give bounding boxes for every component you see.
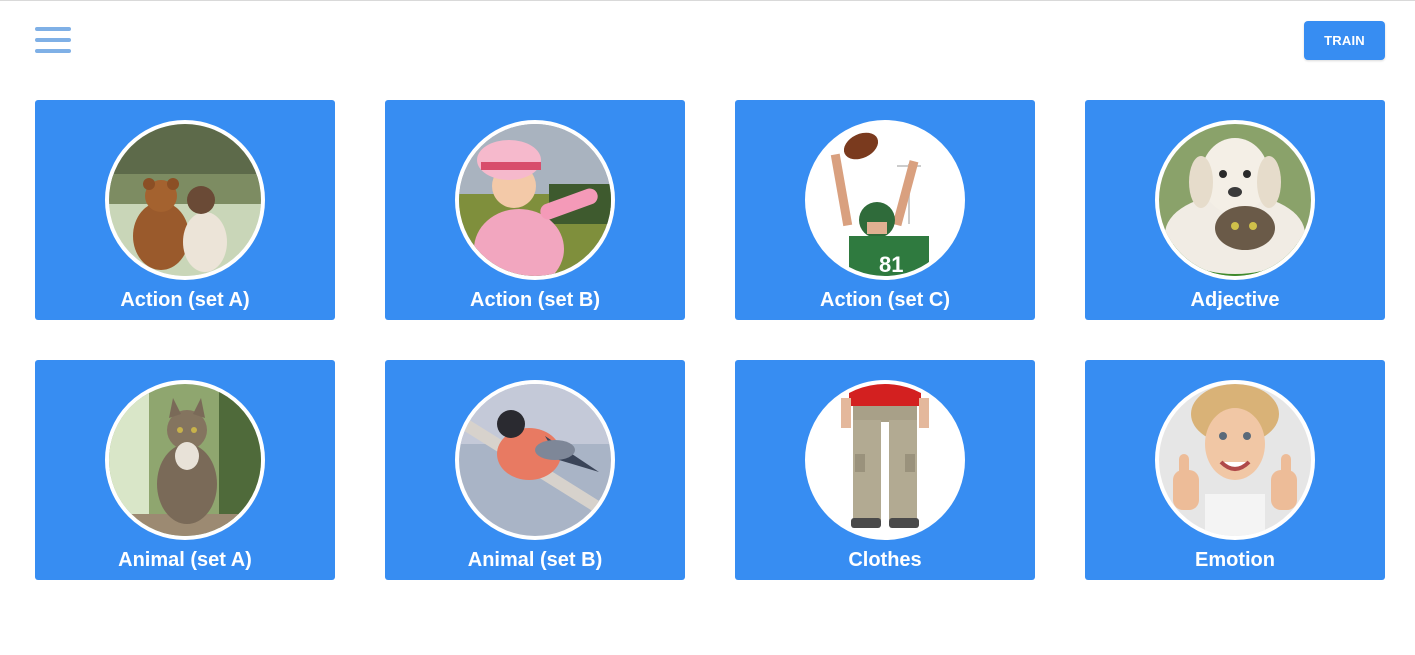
category-card-adjective[interactable]: Adjective bbox=[1085, 100, 1385, 320]
category-label: Action (set C) bbox=[820, 289, 950, 311]
puppy-and-cat-photo bbox=[1155, 120, 1315, 280]
bullfinch-bird-photo bbox=[455, 380, 615, 540]
menu-bar-middle bbox=[35, 38, 71, 42]
menu-bar-bottom bbox=[35, 49, 71, 53]
svg-text:81: 81 bbox=[879, 252, 903, 276]
category-card-animal-set-b[interactable]: Animal (set B) bbox=[385, 360, 685, 580]
category-label: Emotion bbox=[1195, 549, 1275, 571]
train-button[interactable]: TRAIN bbox=[1304, 21, 1385, 60]
category-card-clothes[interactable]: Clothes bbox=[735, 360, 1035, 580]
girl-thumbs-up-photo bbox=[1155, 380, 1315, 540]
category-label: Clothes bbox=[848, 549, 922, 571]
cargo-pants-photo bbox=[805, 380, 965, 540]
app-page: TRAIN Action (set A) Action (set B) 81 A… bbox=[0, 0, 1415, 655]
category-label: Action (set A) bbox=[120, 289, 250, 311]
menu-bar-top bbox=[35, 27, 71, 31]
hamburger-menu-icon[interactable] bbox=[35, 26, 71, 56]
category-label: Animal (set A) bbox=[118, 549, 252, 571]
football-player-catching-photo: 81 bbox=[805, 120, 965, 280]
category-card-emotion[interactable]: Emotion bbox=[1085, 360, 1385, 580]
category-card-action-set-b[interactable]: Action (set B) bbox=[385, 100, 685, 320]
teddy-bear-and-child-photo bbox=[105, 120, 265, 280]
category-label: Action (set B) bbox=[470, 289, 600, 311]
category-label: Adjective bbox=[1190, 289, 1280, 311]
girl-pointing-photo bbox=[455, 120, 615, 280]
category-label: Animal (set B) bbox=[467, 549, 603, 571]
category-card-animal-set-a[interactable]: Animal (set A) bbox=[35, 360, 335, 580]
category-card-action-set-a[interactable]: Action (set A) bbox=[35, 100, 335, 320]
category-card-action-set-c[interactable]: 81 Action (set C) bbox=[735, 100, 1035, 320]
cat-photo bbox=[105, 380, 265, 540]
category-grid: Action (set A) Action (set B) 81 Action … bbox=[35, 100, 1385, 580]
